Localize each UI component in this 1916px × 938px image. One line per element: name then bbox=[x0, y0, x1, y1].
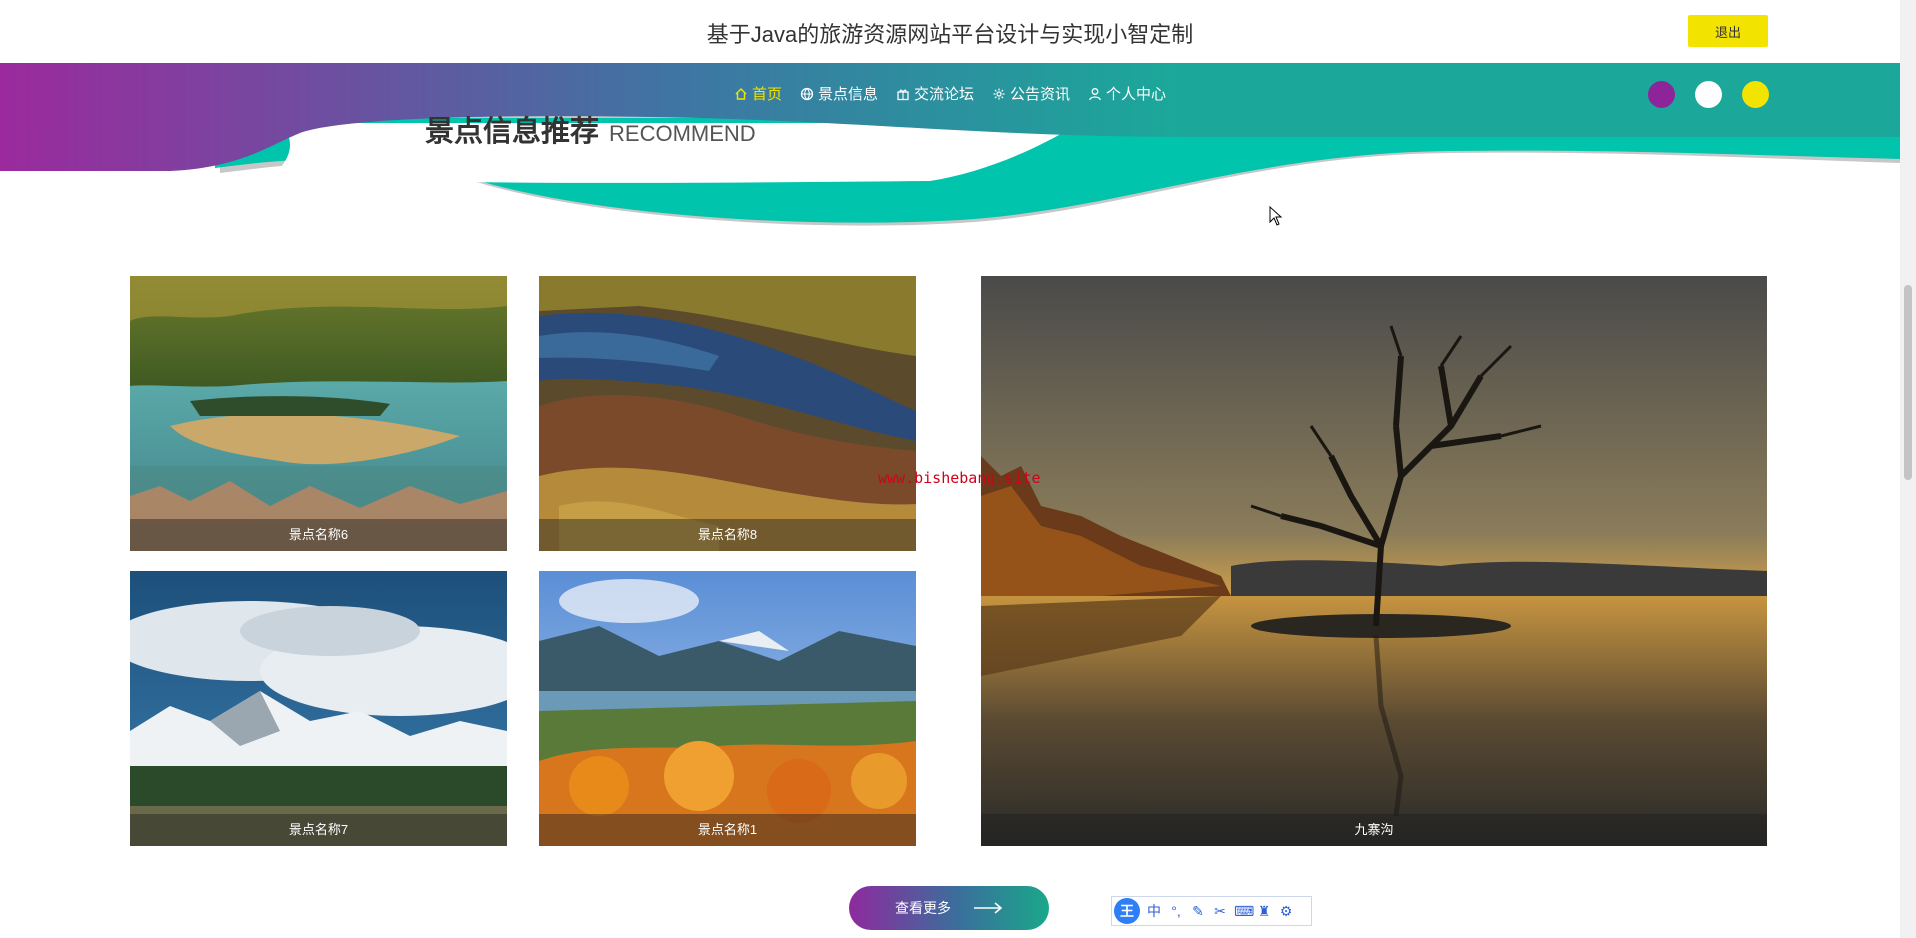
scrollbar-thumb[interactable] bbox=[1904, 285, 1912, 480]
site-title: 基于Java的旅游资源网站平台设计与实现小智定制 bbox=[706, 22, 1194, 47]
theme-dot-white[interactable] bbox=[1695, 81, 1722, 108]
pen-icon[interactable]: ✎ bbox=[1190, 903, 1206, 920]
watermark-text: www.bishebang.site bbox=[878, 469, 1041, 487]
chinese-mode-icon[interactable]: 中 bbox=[1146, 901, 1162, 921]
punctuation-icon[interactable]: °, bbox=[1168, 903, 1184, 919]
gift-icon bbox=[897, 89, 909, 100]
nav-item-profile[interactable]: 个人中心 bbox=[1088, 83, 1166, 104]
nav-item-scenic-info[interactable]: 景点信息 bbox=[800, 83, 878, 104]
scenic-card[interactable]: 景点名称7 bbox=[130, 571, 507, 846]
scissors-icon[interactable]: ✂ bbox=[1212, 903, 1228, 920]
main-nav: 首页 景点信息 交流论坛 公告资讯 个人中心 bbox=[0, 63, 1900, 137]
mouse-cursor-icon bbox=[1269, 206, 1283, 226]
scenic-photo bbox=[539, 276, 916, 551]
scenic-photo bbox=[981, 276, 1767, 846]
view-more-label: 查看更多 bbox=[895, 900, 951, 916]
theme-dot-purple[interactable] bbox=[1648, 81, 1675, 108]
scenic-photo bbox=[130, 571, 507, 846]
page-root: 景点信息推荐 RECOMMEND 首页 景点信息 交流论坛 公告资讯 个人中心 … bbox=[0, 0, 1916, 938]
nav-items: 首页 景点信息 交流论坛 公告资讯 个人中心 bbox=[0, 83, 1900, 104]
nav-item-announcements[interactable]: 公告资讯 bbox=[992, 83, 1070, 104]
skin-icon[interactable]: ♜ bbox=[1256, 903, 1272, 920]
scenic-card-caption: 景点名称7 bbox=[130, 814, 507, 846]
featured-scenic-card[interactable]: 九寨沟 bbox=[981, 276, 1767, 846]
page-scrollbar[interactable] bbox=[1900, 0, 1916, 938]
ime-toolbar: 王 中 °, ✎ ✂ ⌨ ♜ ⚙ bbox=[1111, 896, 1312, 926]
scenic-card-caption: 景点名称1 bbox=[539, 814, 916, 846]
nav-item-forum[interactable]: 交流论坛 bbox=[896, 83, 974, 104]
scenic-photo bbox=[539, 571, 916, 846]
user-icon bbox=[1089, 87, 1101, 100]
globe-icon bbox=[800, 87, 814, 100]
nav-item-label: 交流论坛 bbox=[913, 86, 974, 103]
nav-item-label: 景点信息 bbox=[817, 86, 878, 103]
logout-button[interactable]: 退出 bbox=[1688, 15, 1768, 47]
scenic-card[interactable]: 景点名称8 bbox=[539, 276, 916, 551]
nav-item-label: 首页 bbox=[751, 86, 782, 103]
top-bar: 基于Java的旅游资源网站平台设计与实现小智定制 退出 bbox=[0, 0, 1900, 63]
view-more-button[interactable]: 查看更多 bbox=[849, 886, 1049, 930]
scenic-card-caption: 九寨沟 bbox=[981, 814, 1767, 846]
theme-switcher bbox=[1648, 81, 1769, 108]
gear-icon[interactable]: ⚙ bbox=[1278, 903, 1294, 920]
scenic-card-caption: 景点名称8 bbox=[539, 519, 916, 551]
nav-item-label: 公告资讯 bbox=[1010, 86, 1071, 103]
scenic-card-caption: 景点名称6 bbox=[130, 519, 507, 551]
nav-item-label: 个人中心 bbox=[1106, 86, 1167, 103]
settings-icon bbox=[993, 88, 1005, 99]
scenic-photo bbox=[130, 276, 507, 551]
arrow-right-icon bbox=[974, 902, 1003, 914]
theme-dot-yellow[interactable] bbox=[1742, 81, 1769, 108]
scenic-card[interactable]: 景点名称1 bbox=[539, 571, 916, 846]
ime-logo-icon[interactable]: 王 bbox=[1114, 898, 1140, 924]
scenic-card[interactable]: 景点名称6 bbox=[130, 276, 507, 551]
keyboard-icon[interactable]: ⌨ bbox=[1234, 903, 1254, 920]
nav-item-home[interactable]: 首页 bbox=[734, 83, 782, 104]
home-icon bbox=[735, 87, 747, 100]
